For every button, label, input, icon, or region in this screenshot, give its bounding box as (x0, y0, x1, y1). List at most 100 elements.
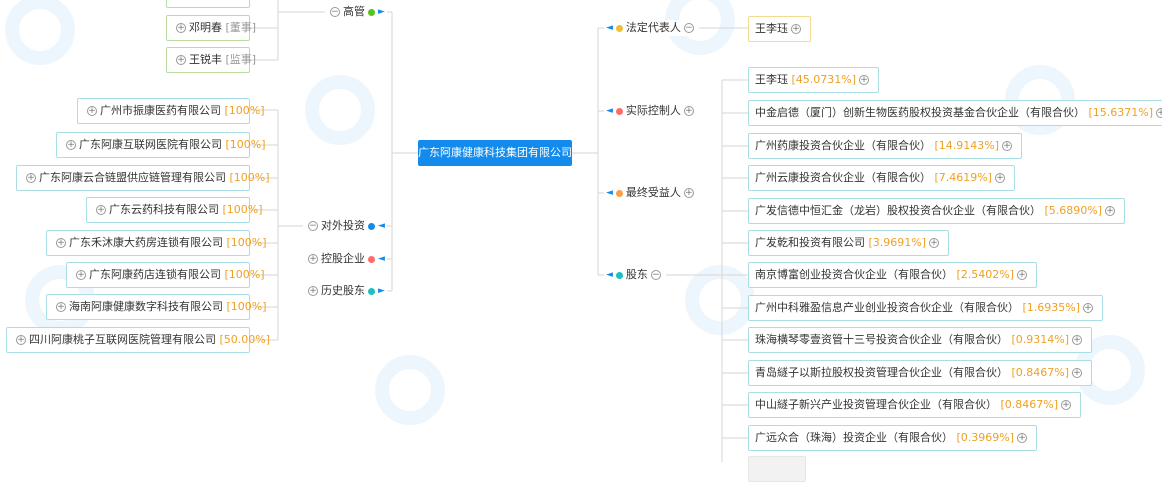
legal-rep-name: 王李珏 (755, 22, 788, 35)
category-label: 控股企业 (321, 252, 365, 265)
shareholder-node[interactable]: 广州药康投资合伙企业（有限合伙） [14.9143%] + (748, 133, 1023, 159)
expand-icon[interactable]: + (1017, 270, 1028, 280)
legal-rep-node[interactable]: 王李珏 + (748, 16, 811, 42)
expand-icon[interactable]: + (1105, 206, 1116, 216)
expand-icon[interactable]: + (56, 238, 66, 248)
expand-icon[interactable]: + (683, 188, 694, 198)
arrow-right-icon: ► (378, 7, 385, 17)
shareholder-node[interactable]: 广州云康投资合伙企业（有限合伙） [7.4619%] + (748, 165, 1016, 191)
category-legal-rep[interactable]: ◄ 法定代表人 − (604, 20, 699, 36)
expand-icon[interactable]: + (859, 75, 870, 85)
category-investments[interactable]: − 对外投资 ◄ (303, 218, 387, 234)
category-actual-controller[interactable]: ◄ 实际控制人 + (604, 103, 699, 119)
investment-percent: [100%] (229, 171, 270, 184)
investment-node[interactable]: + 四川阿康桃子互联网医院管理有限公司 [50.00%] (6, 327, 270, 353)
shareholder-node[interactable]: 王李珏 [45.0731%] + (748, 67, 880, 93)
investment-node[interactable]: + 广东阿康互联网医院有限公司 [100%] (56, 132, 266, 158)
category-label: 对外投资 (321, 219, 365, 232)
shareholder-node[interactable]: 中金启德（厦门）创新生物医药股权投资基金合伙企业（有限合伙） [15.6371%… (748, 100, 1162, 126)
investment-name: 广东阿康药店连锁有限公司 (89, 268, 221, 281)
executive-node[interactable]: + 王锐丰 [监事] (166, 47, 256, 73)
expand-icon[interactable]: + (683, 106, 694, 116)
category-dot (368, 287, 375, 295)
shareholder-node[interactable]: 珠海横琴零壹资管十三号投资合伙企业（有限合伙） [0.9314%] + (748, 327, 1093, 353)
executive-role: [监事] (225, 53, 257, 66)
shareholder-node[interactable]: 广州中科雅盈信息产业创业投资合伙企业（有限合伙） [1.6935%] + (748, 295, 1104, 321)
collapse-icon[interactable]: − (650, 270, 661, 280)
shareholder-name: 中金启德（厦门）创新生物医药股权投资基金合伙企业（有限合伙） (755, 106, 1085, 119)
shareholder-node-cropped[interactable] (748, 456, 806, 482)
category-holdings[interactable]: + 控股企业 ◄ (303, 251, 387, 267)
arrow-left-icon: ◄ (606, 23, 613, 33)
category-label: 历史股东 (321, 284, 365, 297)
expand-icon[interactable]: + (1017, 433, 1028, 443)
expand-icon[interactable]: + (96, 205, 106, 215)
expand-icon[interactable]: + (929, 238, 940, 248)
shareholder-percent: [1.6935%] (1022, 301, 1081, 314)
expand-icon[interactable]: + (308, 286, 318, 296)
category-dot (368, 255, 375, 263)
expand-icon[interactable]: + (1061, 400, 1072, 410)
executive-node[interactable]: + 邓明春 [董事] (166, 15, 256, 41)
expand-icon[interactable]: + (308, 254, 318, 264)
investment-name: 广东阿康互联网医院有限公司 (79, 138, 222, 151)
shareholder-percent: [45.0731%] (791, 73, 857, 86)
shareholder-node[interactable]: 广发乾和投资有限公司 [3.9691%] + (748, 230, 950, 256)
category-label: 实际控制人 (625, 104, 681, 117)
investment-node[interactable]: + 广东禾沐康大药房连锁有限公司 [100%] (46, 230, 267, 256)
shareholder-node[interactable]: 广远众合（珠海）投资企业（有限合伙） [0.3969%] + (748, 425, 1038, 451)
arrow-left-icon: ◄ (378, 221, 385, 231)
investment-node[interactable]: + 海南阿康健康数字科技有限公司 [100%] (46, 294, 267, 320)
collapse-icon[interactable]: − (330, 7, 340, 17)
shareholder-name: 广远众合（珠海）投资企业（有限合伙） (755, 431, 953, 444)
expand-icon[interactable]: + (995, 173, 1006, 183)
arrow-left-icon: ◄ (378, 254, 385, 264)
category-ultimate-beneficiary[interactable]: ◄ 最终受益人 + (604, 185, 699, 201)
investment-name: 四川阿康桃子互联网医院管理有限公司 (29, 333, 216, 346)
shareholder-name: 南京博富创业投资合伙企业（有限合伙） (755, 268, 953, 281)
expand-icon[interactable]: + (66, 140, 76, 150)
executive-name: 邓明春 (189, 21, 222, 34)
shareholder-node[interactable]: 南京博富创业投资合伙企业（有限合伙） [2.5402%] + (748, 262, 1038, 288)
expand-icon[interactable]: + (26, 173, 36, 183)
shareholder-percent: [14.9143%] (934, 139, 1000, 152)
center-company-node[interactable]: 广东阿康健康科技集团有限公司 (418, 140, 572, 166)
expand-icon[interactable]: + (1156, 108, 1162, 118)
expand-icon[interactable]: + (1083, 303, 1094, 313)
arrow-left-icon: ◄ (606, 270, 613, 280)
expand-icon[interactable]: + (16, 335, 26, 345)
shareholder-name: 广州云康投资合伙企业（有限合伙） (755, 171, 931, 184)
category-dot (615, 271, 623, 279)
shareholder-name: 王李珏 (755, 73, 788, 86)
shareholder-name: 珠海横琴零壹资管十三号投资合伙企业（有限合伙） (755, 333, 1008, 346)
collapse-icon[interactable]: − (683, 23, 694, 33)
executive-node-cropped[interactable]: + (166, 0, 250, 8)
investment-node[interactable]: + 广东阿康云合链盟供应链管理有限公司 [100%] (16, 165, 270, 191)
shareholder-node[interactable]: 中山繸子新兴产业投资管理合伙企业（有限合伙） [0.8467%] + (748, 392, 1082, 418)
expand-icon[interactable]: + (76, 270, 86, 280)
expand-icon[interactable]: + (1072, 335, 1083, 345)
expand-icon[interactable]: + (56, 302, 66, 312)
investment-percent: [100%] (224, 104, 265, 117)
expand-icon[interactable]: + (1072, 368, 1083, 378)
investment-node[interactable]: + 广东阿康药店连锁有限公司 [100%] (66, 262, 265, 288)
investment-percent: [100%] (225, 138, 266, 151)
expand-icon[interactable]: + (176, 55, 186, 65)
shareholder-node[interactable]: 广发信德中恒汇金（龙岩）股权投资合伙企业（有限合伙） [5.6890%] + (748, 198, 1126, 224)
expand-icon[interactable]: + (87, 106, 97, 116)
category-dot (368, 222, 375, 230)
category-executives[interactable]: − 高管 ► (325, 4, 387, 20)
investment-node[interactable]: + 广东云药科技有限公司 [100%] (86, 197, 263, 223)
expand-icon[interactable]: + (791, 24, 801, 34)
category-dot (615, 107, 623, 115)
shareholder-percent: [0.9314%] (1011, 333, 1070, 346)
investment-node[interactable]: + 广州市振康医药有限公司 [100%] (77, 98, 265, 124)
shareholder-percent: [5.6890%] (1044, 204, 1103, 217)
expand-icon[interactable]: + (176, 23, 186, 33)
category-history-shareholders[interactable]: + 历史股东 ► (303, 283, 387, 299)
arrow-left-icon: ◄ (606, 188, 613, 198)
expand-icon[interactable]: + (1002, 141, 1013, 151)
collapse-icon[interactable]: − (308, 221, 318, 231)
category-shareholders[interactable]: ◄ 股东 − (604, 267, 666, 283)
shareholder-node[interactable]: 青岛繸子以斯拉股权投资管理合伙企业（有限合伙） [0.8467%] + (748, 360, 1093, 386)
